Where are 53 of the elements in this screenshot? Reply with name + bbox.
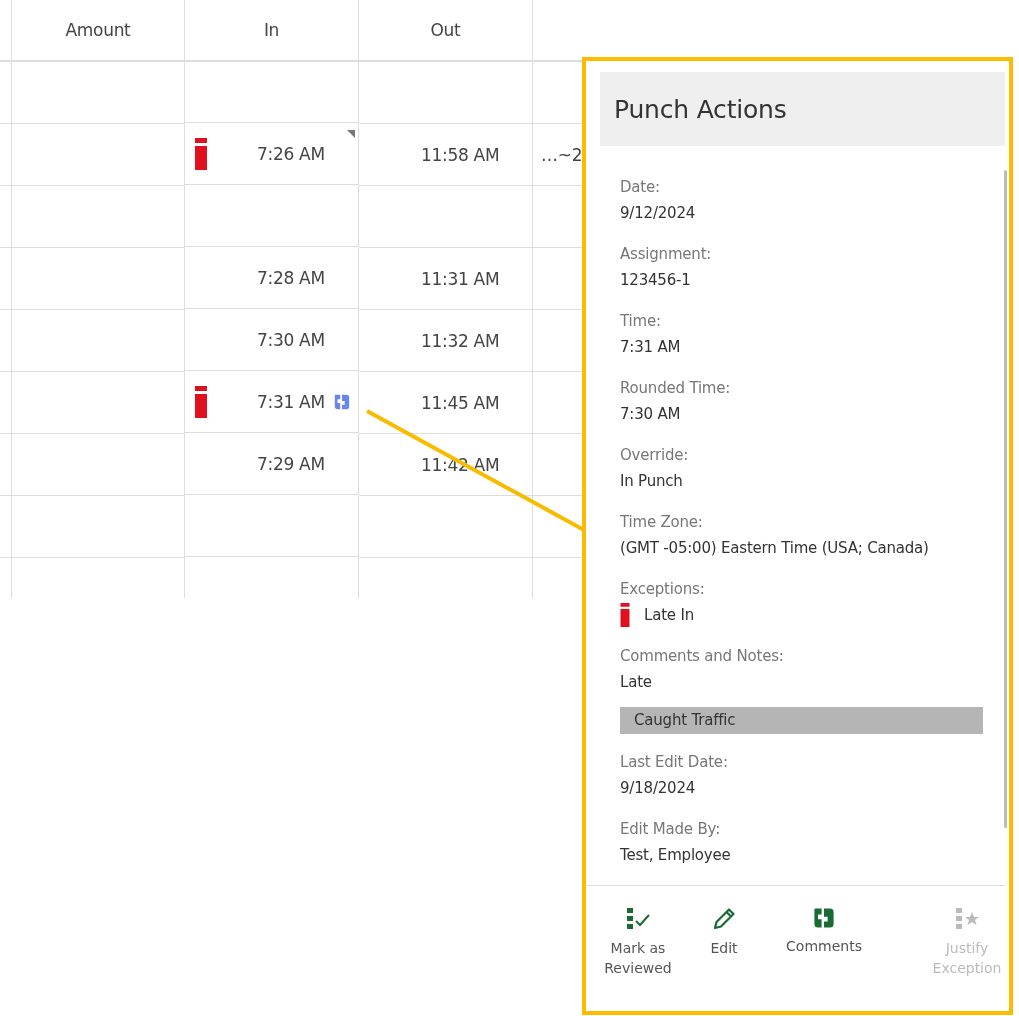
table-cell (0, 62, 12, 124)
table-cell (0, 310, 12, 372)
field-label: Assignment: (620, 244, 713, 265)
field-value: 9/12/2024 (620, 203, 696, 224)
field-value: Late In (644, 605, 694, 626)
field-label: Exceptions: (620, 579, 706, 600)
field-label: Time Zone: (620, 512, 704, 533)
field-value: 9/18/2024 (620, 778, 696, 799)
table-cell (0, 496, 12, 558)
field-value: 123456-1 (620, 270, 691, 291)
out-time: 11:31 AM (421, 268, 500, 289)
column-header[interactable]: Out (359, 0, 533, 62)
list-star-icon (954, 906, 980, 932)
in-time: 7:31 AM (257, 392, 325, 412)
field-label: Time: (620, 311, 662, 332)
edit-button[interactable]: Edit (674, 906, 774, 1011)
comment-icon (812, 906, 836, 930)
panel-title: Punch Actions (614, 94, 787, 124)
field-value: In Punch (620, 471, 683, 492)
table-cell (0, 434, 12, 496)
field-label: Override: (620, 445, 690, 466)
in-time: 7:29 AM (257, 454, 325, 474)
out-time: 11:45 AM (421, 392, 500, 413)
scrollbar[interactable] (1004, 170, 1007, 828)
table-cell (0, 248, 12, 310)
table-cell (0, 0, 12, 62)
field-value: 7:31 AM (620, 337, 681, 358)
field-value: 7:30 AM (620, 404, 681, 425)
in-time: 7:30 AM (257, 330, 325, 350)
table-cell (0, 372, 12, 434)
checklist-icon (625, 906, 651, 932)
field-value: Late (620, 672, 652, 693)
table-cell (0, 124, 12, 186)
column-header[interactable]: In (185, 0, 359, 62)
table-cell: …~2 (541, 144, 583, 165)
mark-reviewed-button[interactable]: Mark as Reviewed (602, 906, 674, 1011)
column-header[interactable]: Amount (12, 0, 185, 62)
out-time: 11:32 AM (421, 330, 500, 351)
field-label: Comments and Notes: (620, 646, 785, 667)
field-value: Test, Employee (620, 845, 731, 866)
out-time: 11:58 AM (421, 144, 500, 165)
field-label: Date: (620, 177, 661, 198)
in-time: 7:28 AM (257, 268, 325, 288)
field-value: (GMT -05:00) Eastern Time (USA; Canada) (620, 538, 929, 559)
comment-icon[interactable] (333, 393, 351, 411)
pencil-icon (711, 906, 737, 932)
table-cell (0, 186, 12, 248)
field-label: Last Edit Date: (620, 752, 729, 773)
comments-button[interactable]: Comments (774, 906, 874, 1011)
field-label: Edit Made By: (620, 819, 721, 840)
comment-note: Caught Traffic (620, 707, 983, 734)
field-label: Rounded Time: (620, 378, 732, 399)
in-time: 7:26 AM (257, 144, 325, 164)
